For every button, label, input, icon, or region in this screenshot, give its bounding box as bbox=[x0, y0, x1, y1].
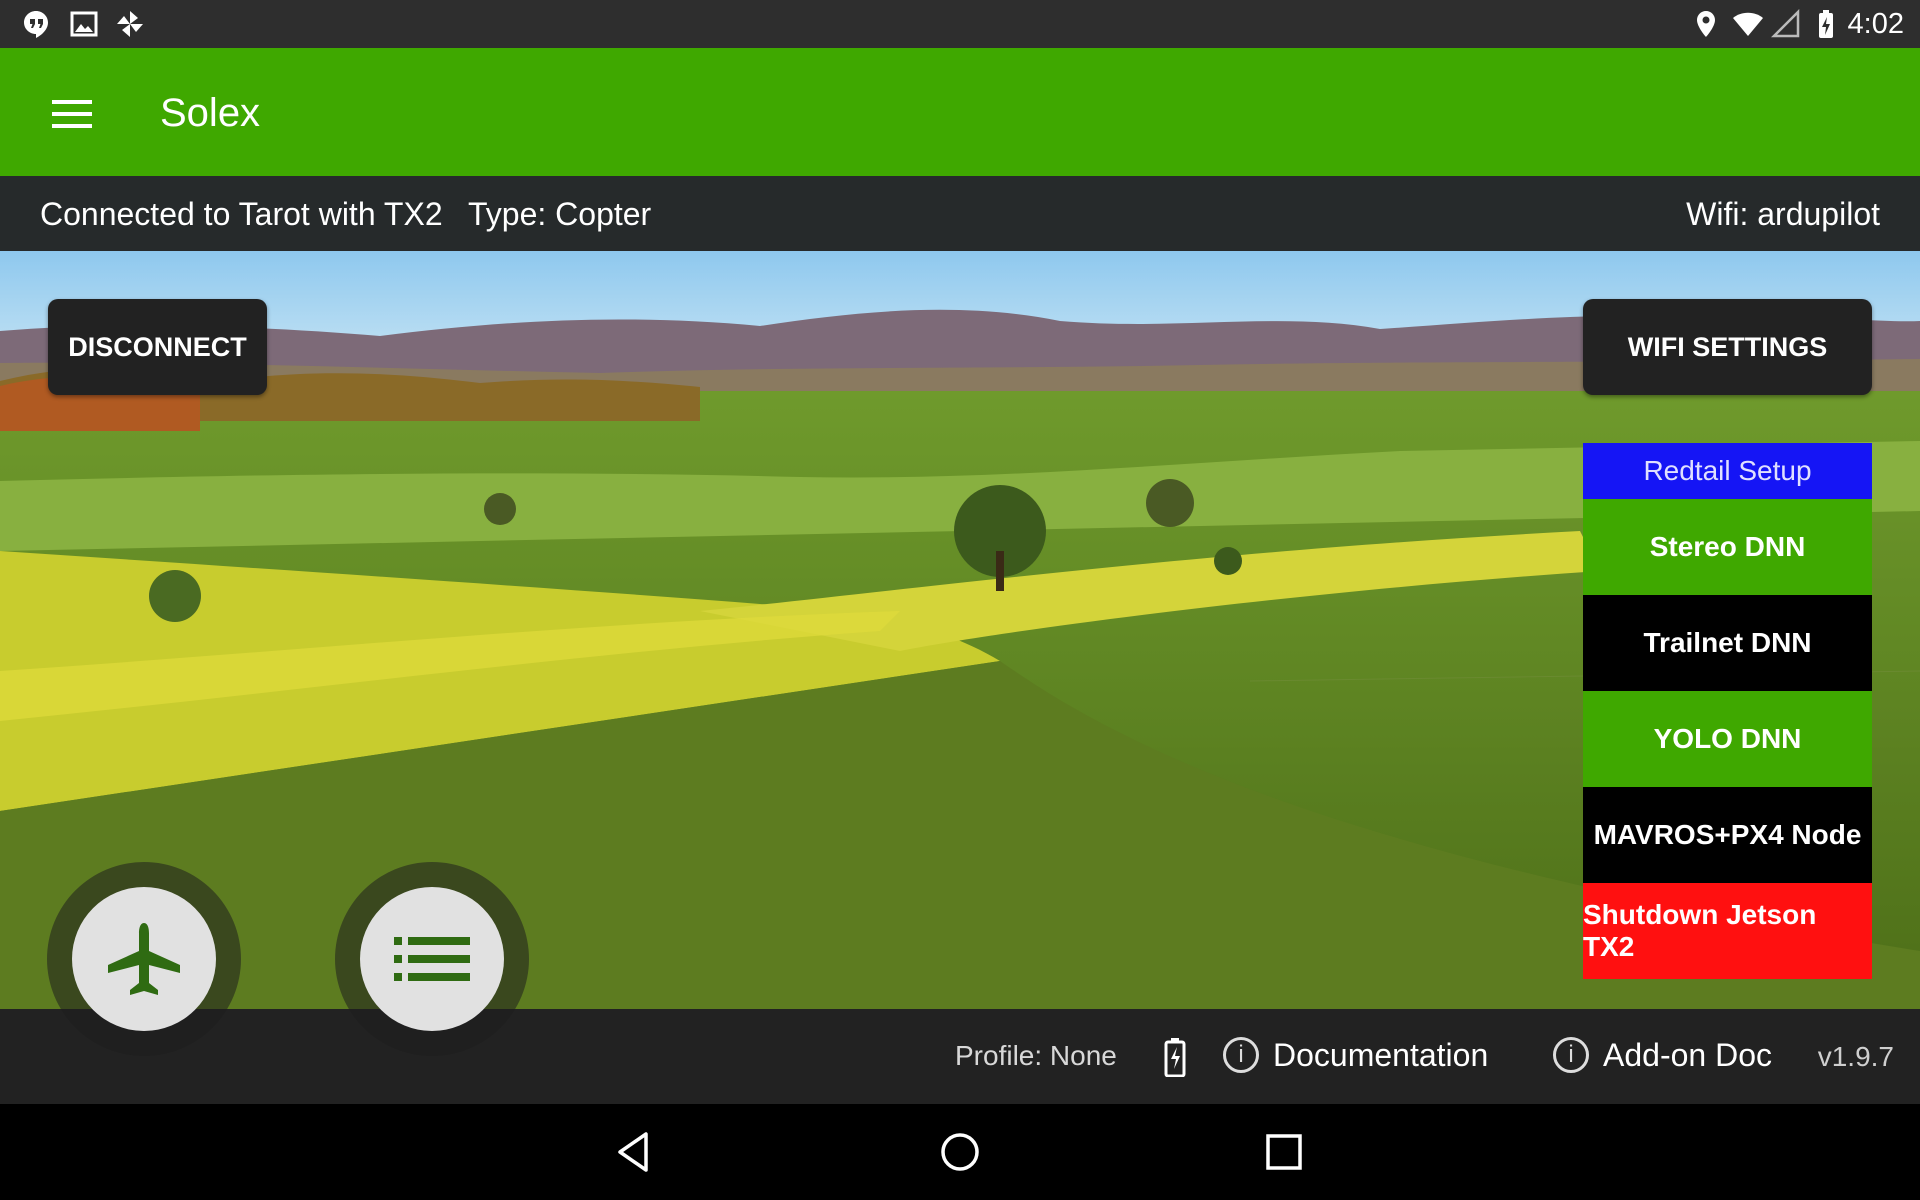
shutdown-jetson-button[interactable]: Shutdown Jetson TX2 bbox=[1583, 883, 1872, 979]
back-icon[interactable] bbox=[612, 1128, 660, 1176]
yolo-dnn-button[interactable]: YOLO DNN bbox=[1583, 691, 1872, 787]
status-bar: 4:02 bbox=[0, 0, 1920, 48]
addon-doc-label: Add-on Doc bbox=[1603, 1037, 1772, 1073]
connection-info-bar: Connected to Tarot with TX2 Type: Copter… bbox=[0, 176, 1920, 251]
vehicle-type: Type: Copter bbox=[468, 196, 652, 232]
list-icon bbox=[394, 937, 470, 981]
airplane-icon bbox=[108, 923, 180, 995]
version-label: v1.9.7 bbox=[1817, 1041, 1894, 1072]
image-icon bbox=[70, 11, 98, 37]
profile-label: Profile: None bbox=[955, 1040, 1117, 1071]
wifi-settings-button[interactable]: WIFI SETTINGS bbox=[1583, 299, 1872, 395]
clock: 4:02 bbox=[1847, 8, 1904, 40]
connection-status: Connected to Tarot with TX2 bbox=[40, 196, 443, 232]
documentation-link[interactable]: i Documentation bbox=[1223, 1035, 1488, 1075]
info-icon: i bbox=[1553, 1037, 1589, 1073]
redtail-setup-header: Redtail Setup bbox=[1583, 443, 1872, 499]
stereo-dnn-button[interactable]: Stereo DNN bbox=[1583, 499, 1872, 595]
app-bar: Solex bbox=[0, 48, 1920, 176]
flight-mode-button[interactable] bbox=[72, 887, 216, 1031]
battery-charging-icon bbox=[1819, 10, 1833, 38]
trailnet-dnn-button[interactable]: Trailnet DNN bbox=[1583, 595, 1872, 691]
mission-list-button[interactable] bbox=[360, 887, 504, 1031]
system-nav-bar bbox=[0, 1104, 1920, 1200]
info-icon: i bbox=[1223, 1037, 1259, 1073]
wifi-name: Wifi: ardupilot bbox=[1686, 196, 1880, 232]
redtail-setup-panel: Redtail Setup Stereo DNN Trailnet DNN YO… bbox=[1583, 443, 1872, 979]
app-title: Solex bbox=[160, 91, 261, 135]
hangouts-icon bbox=[24, 11, 48, 38]
pinwheel-icon bbox=[117, 11, 143, 37]
location-icon bbox=[1697, 11, 1715, 37]
cell-signal-icon bbox=[1770, 8, 1800, 38]
recents-icon[interactable] bbox=[1260, 1128, 1308, 1176]
disconnect-button[interactable]: DISCONNECT bbox=[48, 299, 267, 395]
wifi-icon bbox=[1733, 12, 1763, 36]
hamburger-menu-icon[interactable] bbox=[52, 100, 92, 128]
documentation-label: Documentation bbox=[1273, 1037, 1489, 1073]
addon-doc-link[interactable]: i Add-on Doc bbox=[1553, 1035, 1772, 1075]
battery-icon bbox=[1164, 1038, 1186, 1077]
bottom-bar: Profile: None i Documentation i Add-on D… bbox=[0, 1009, 1920, 1104]
mavros-px4-node-button[interactable]: MAVROS+PX4 Node bbox=[1583, 787, 1872, 883]
home-icon[interactable] bbox=[936, 1128, 984, 1176]
